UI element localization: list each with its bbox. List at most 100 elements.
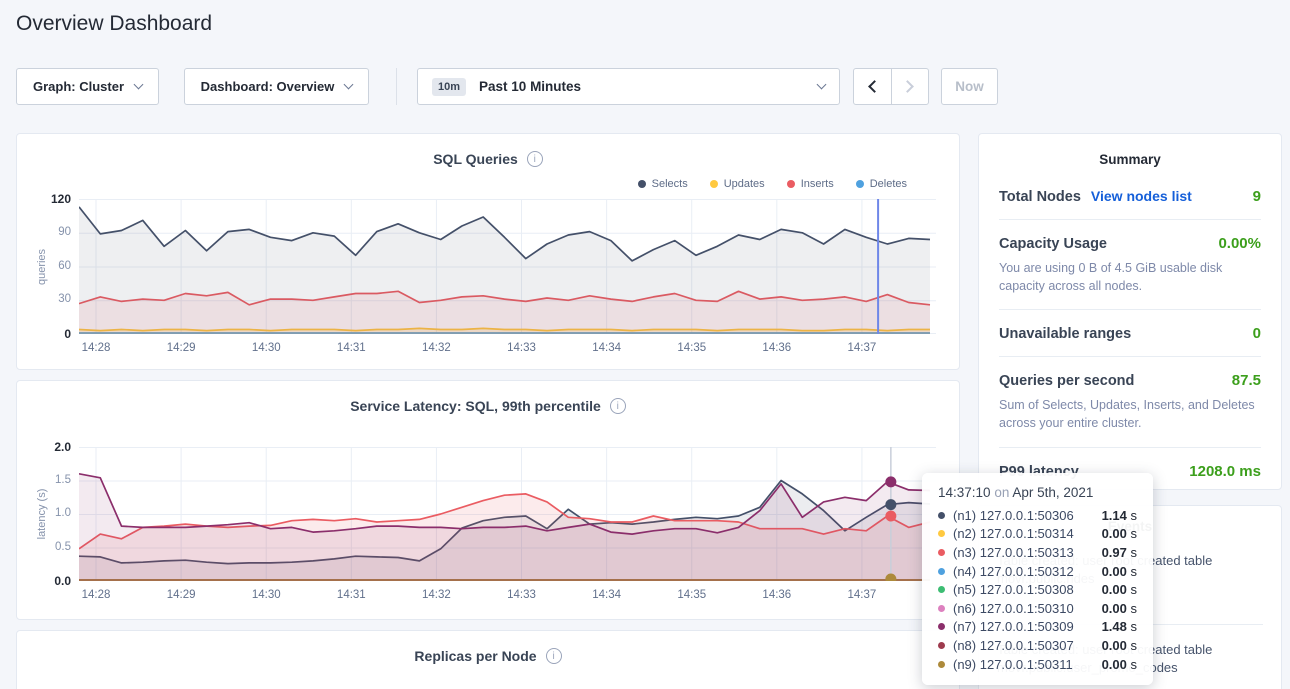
- x-axis-tick: 14:28: [82, 342, 111, 354]
- legend-label: Inserts: [801, 178, 834, 190]
- tooltip-value: 0.00: [1102, 526, 1127, 541]
- time-nav-group: [853, 68, 929, 105]
- tooltip-node-label: (n4) 127.0.0.1:50312: [953, 564, 1074, 579]
- x-axis-tick: 14:31: [337, 589, 366, 601]
- summary-panel: Summary Total NodesView nodes list9Capac…: [978, 133, 1282, 490]
- tooltip-date: Apr 5th, 2021: [1012, 485, 1093, 500]
- tooltip-row: (n2) 127.0.0.1:503140.00 s: [938, 525, 1137, 544]
- series-dot: [938, 642, 945, 649]
- x-axis-tick: 14:30: [252, 589, 281, 601]
- tooltip-node-label: (n5) 127.0.0.1:50308: [953, 582, 1074, 597]
- x-axis-tick: 14:31: [337, 342, 366, 354]
- summary-row-value: 87.5: [1232, 372, 1261, 389]
- x-axis-tick: 14:28: [82, 589, 111, 601]
- tooltip-row: (n9) 127.0.0.1:50311 0.00 s: [938, 655, 1137, 674]
- legend-item-inserts[interactable]: Inserts: [787, 178, 834, 190]
- tooltip-row: (n4) 127.0.0.1:50312 0.00 s: [938, 562, 1137, 581]
- tooltip-unit: s: [1127, 508, 1137, 523]
- legend-dot: [710, 180, 718, 188]
- legend-item-selects[interactable]: Selects: [638, 178, 688, 190]
- tooltip-value: 0.00: [1102, 657, 1127, 672]
- now-button[interactable]: Now: [941, 68, 998, 105]
- legend-dot: [787, 180, 795, 188]
- page-title: Overview Dashboard: [16, 12, 212, 36]
- next-interval-button[interactable]: [891, 68, 930, 105]
- nodes-list-link[interactable]: View nodes list: [1091, 188, 1192, 204]
- y-axis-tick: 0: [23, 327, 71, 341]
- dashboard-dropdown-label: Dashboard: Overview: [201, 79, 335, 94]
- tooltip-node-label: (n8) 127.0.0.1:50307: [953, 638, 1074, 653]
- tooltip-unit: s: [1127, 601, 1137, 616]
- tooltip-value: 0.00: [1102, 601, 1127, 616]
- toolbar-divider: [396, 68, 397, 105]
- series-dot: [938, 530, 945, 537]
- y-axis-title: queries: [36, 248, 48, 284]
- x-axis-tick: 14:29: [167, 589, 196, 601]
- prev-interval-button[interactable]: [853, 68, 892, 105]
- summary-row-head: Unavailable ranges 0: [999, 325, 1261, 342]
- x-axis-tick: 14:29: [167, 342, 196, 354]
- x-axis-tick: 14:36: [762, 589, 791, 601]
- info-icon[interactable]: i: [546, 648, 562, 664]
- summary-row-label: Unavailable ranges: [999, 326, 1131, 342]
- service-latency-card: Service Latency: SQL, 99th percentile i …: [16, 380, 960, 620]
- tooltip-node-label: (n9) 127.0.0.1:50311: [953, 657, 1073, 672]
- y-axis-tick: 120: [23, 192, 71, 206]
- summary-row: Capacity Usage0.00%You are using 0 B of …: [999, 219, 1261, 309]
- info-icon[interactable]: i: [610, 398, 626, 414]
- tooltip-unit: s: [1127, 545, 1137, 560]
- summary-row-value: 0: [1253, 325, 1261, 342]
- chevron-down-icon: [817, 80, 827, 90]
- legend-label: Deletes: [870, 178, 907, 190]
- dashboard-dropdown[interactable]: Dashboard: Overview: [184, 68, 369, 105]
- chevron-down-icon: [344, 80, 354, 90]
- summary-row-value: 1208.0 ms: [1189, 463, 1261, 480]
- legend-label: Updates: [724, 178, 765, 190]
- time-range-dropdown[interactable]: 10m Past 10 Minutes: [417, 68, 840, 105]
- tooltip-time: 14:37:10: [938, 485, 991, 500]
- chart-plot[interactable]: [79, 447, 936, 581]
- tooltip-unit: s: [1127, 564, 1137, 579]
- y-axis-tick: 90: [23, 226, 71, 238]
- time-range-badge: 10m: [432, 78, 466, 96]
- summary-row-label: Capacity Usage: [999, 236, 1107, 252]
- tooltip-node-label: (n2) 127.0.0.1:50314: [953, 526, 1074, 541]
- chart-plot[interactable]: [79, 199, 936, 334]
- series-dot: [938, 549, 945, 556]
- legend-dot: [638, 180, 646, 188]
- summary-title: Summary: [999, 152, 1261, 167]
- legend-item-deletes[interactable]: Deletes: [856, 178, 907, 190]
- tooltip-value: 1.48: [1102, 619, 1127, 634]
- x-axis-tick: 14:30: [252, 342, 281, 354]
- tooltip-value: 0.00: [1102, 582, 1127, 597]
- replicas-per-node-card: Replicas per Node i: [16, 630, 960, 689]
- x-axis-tick: 14:32: [422, 589, 451, 601]
- tooltip-unit: s: [1127, 657, 1137, 672]
- y-axis-tick: 0.5: [23, 541, 71, 553]
- tooltip-row: (n6) 127.0.0.1:503100.00 s: [938, 599, 1137, 618]
- legend-item-updates[interactable]: Updates: [710, 178, 765, 190]
- summary-row-label: Queries per second: [999, 373, 1134, 389]
- summary-row-subtext: You are using 0 B of 4.5 GiB usable disk…: [999, 259, 1261, 295]
- chevron-down-icon: [134, 80, 144, 90]
- sql-queries-card: SQL Queries i 030609012014:2814:2914:301…: [16, 133, 960, 370]
- sql-queries-chart-title: SQL Queries: [433, 151, 518, 167]
- x-axis-tick: 14:34: [592, 589, 621, 601]
- tooltip-node-label: (n3) 127.0.0.1:50313: [953, 545, 1074, 560]
- x-axis-tick: 14:37: [848, 342, 877, 354]
- tooltip-node-label: (n7) 127.0.0.1:50309: [953, 619, 1074, 634]
- tooltip-conjunction: on: [994, 485, 1009, 500]
- series-dot: [938, 586, 945, 593]
- graph-dropdown[interactable]: Graph: Cluster: [16, 68, 159, 105]
- summary-row: Unavailable ranges 0: [999, 309, 1261, 356]
- tooltip-value: 0.00: [1102, 564, 1127, 579]
- info-icon[interactable]: i: [527, 151, 543, 167]
- chevron-left-icon: [868, 80, 881, 93]
- y-axis-title: latency (s): [36, 489, 48, 540]
- legend-label: Selects: [652, 178, 688, 190]
- tooltip-unit: s: [1127, 582, 1137, 597]
- replicas-per-node-chart-title: Replicas per Node: [414, 648, 536, 664]
- chevron-right-icon: [901, 80, 914, 93]
- series-dot: [938, 512, 945, 519]
- overview-dashboard-page: Overview Dashboard Graph: Cluster Dashbo…: [0, 0, 1290, 689]
